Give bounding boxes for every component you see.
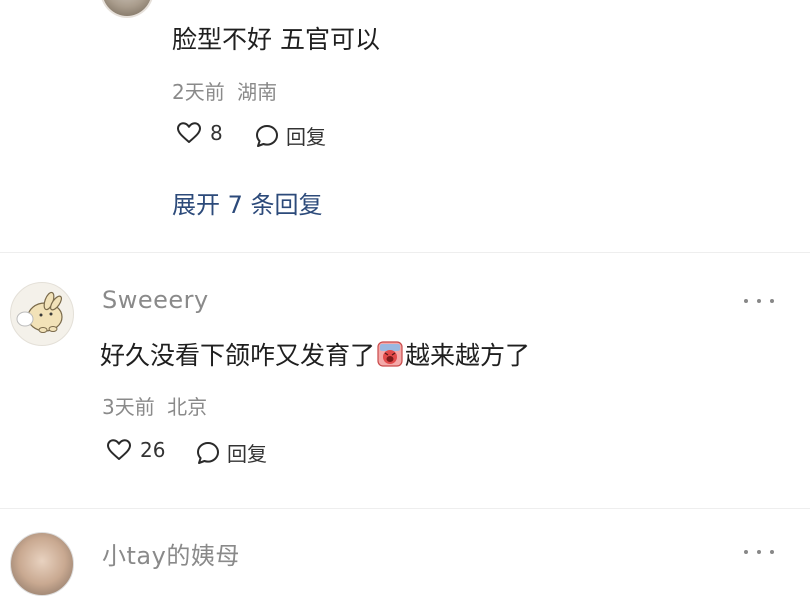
divider xyxy=(0,508,810,509)
comment-bubble-icon xyxy=(197,441,219,464)
more-dots-icon xyxy=(744,550,748,554)
username[interactable]: 小tay的姨母 xyxy=(102,536,240,571)
comment-time: 3天前 xyxy=(102,395,155,419)
comment-meta: 2天前 湖南 xyxy=(172,76,277,105)
comment-text-part: 越来越方了 xyxy=(405,341,531,370)
heart-outline-icon xyxy=(177,122,201,143)
more-options-button[interactable] xyxy=(744,548,774,556)
avatar[interactable] xyxy=(10,282,74,346)
username-cutoff xyxy=(170,0,290,2)
reply-button[interactable]: 回复 xyxy=(195,438,267,467)
reply-label: 回复 xyxy=(286,125,326,149)
avatar[interactable] xyxy=(10,532,74,596)
reply-label: 回复 xyxy=(227,442,267,466)
reply-button[interactable]: 回复 xyxy=(254,121,326,150)
comment-meta: 3天前 北京 xyxy=(102,391,207,420)
heart-outline-icon xyxy=(107,439,131,460)
comment-location: 湖南 xyxy=(237,80,278,104)
like-count: 8 xyxy=(210,121,223,145)
more-dots-icon xyxy=(744,299,748,303)
comment-location: 北京 xyxy=(167,395,208,419)
like-button[interactable]: 26 xyxy=(106,438,165,462)
comment-text: 脸型不好 五官可以 xyxy=(172,25,380,54)
divider xyxy=(0,252,810,253)
comment-text: 好久没看下颌咋又发育了 越来越方了 xyxy=(100,336,530,372)
comment-time: 2天前 xyxy=(172,80,225,104)
crying-face-emoji-icon xyxy=(377,341,403,367)
avatar[interactable] xyxy=(100,0,154,18)
comment-text-part: 好久没看下颌咋又发育了 xyxy=(100,341,376,370)
more-options-button[interactable] xyxy=(744,297,774,305)
bunny-avatar-icon xyxy=(16,291,63,333)
like-button[interactable]: 8 xyxy=(176,121,223,145)
like-count: 26 xyxy=(140,438,166,462)
comment-bubble-icon xyxy=(256,124,278,147)
expand-replies-link[interactable]: 展开 7 条回复 xyxy=(172,185,323,220)
username[interactable]: Sweeery xyxy=(102,286,209,314)
